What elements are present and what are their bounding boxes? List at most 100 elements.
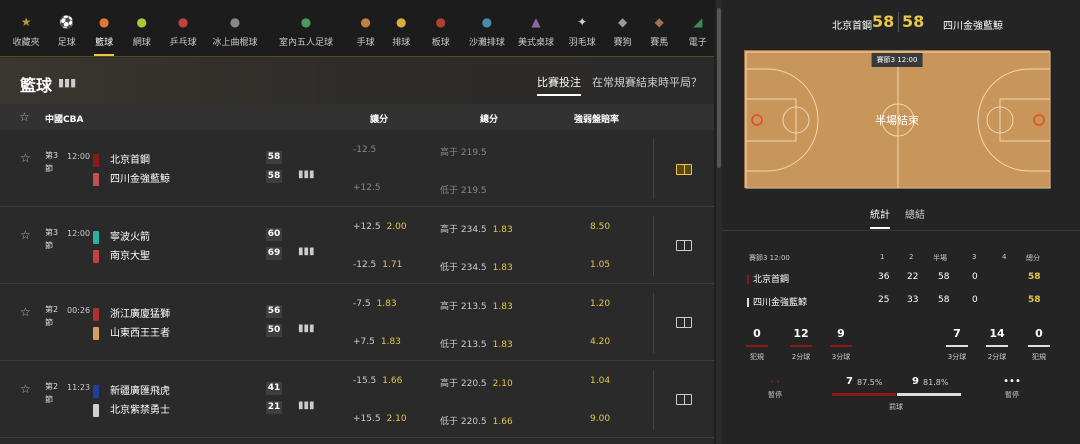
handicap-away[interactable]: +7.5 1.83 bbox=[353, 337, 401, 347]
match-favorite-icon[interactable]: ☆ bbox=[20, 305, 31, 319]
sport-nav-item[interactable]: ◆ 賽馬 bbox=[645, 0, 674, 56]
sport-nav-item[interactable]: ◆ 賽狗 bbox=[608, 0, 637, 56]
live-court-icon[interactable] bbox=[676, 317, 692, 328]
row-home-q1: 36 bbox=[878, 272, 890, 282]
detail-home-score: 58 bbox=[872, 12, 895, 31]
tab-summary[interactable]: 總結 bbox=[905, 206, 925, 221]
sport-nav-item[interactable]: ● 乒乓球 bbox=[164, 0, 202, 56]
scrollbar-thumb[interactable] bbox=[717, 8, 721, 168]
sport-nav-item[interactable]: ● 沙灘排球 bbox=[466, 0, 508, 56]
match-favorite-icon[interactable]: ☆ bbox=[20, 382, 31, 396]
tab-draw-at-regulation[interactable]: 在常規賽結束時平局？ bbox=[592, 74, 702, 90]
match-favorite-icon[interactable]: ☆ bbox=[20, 228, 31, 242]
away-score: 58 bbox=[266, 170, 282, 183]
moneyline-home[interactable]: 1.04 bbox=[590, 376, 610, 386]
moneyline-away[interactable]: 9.00 bbox=[590, 414, 610, 424]
match-stats-icon[interactable]: ▮▮▮ bbox=[298, 323, 315, 334]
timeout-home-label: 暫停 bbox=[768, 391, 782, 399]
total-over[interactable]: 高于 220.5 2.10 bbox=[440, 376, 513, 389]
total-over[interactable]: 高于 213.5 1.83 bbox=[440, 299, 513, 312]
match-row[interactable]: ☆ 第3節 12:00 寧波火箭 南京大聖 60 69 ▮▮▮ +12.5 2.0… bbox=[0, 208, 714, 284]
moneyline-away[interactable]: 4.20 bbox=[590, 337, 610, 347]
sport-nav-item[interactable]: ● 冰上曲棍球 bbox=[210, 0, 260, 56]
total-under[interactable]: 低于 234.5 1.83 bbox=[440, 260, 513, 273]
total-over[interactable]: 高于 219.5 bbox=[440, 145, 493, 158]
sport-nav-item[interactable]: ● 室內五人足球 bbox=[268, 0, 344, 56]
moneyline-away[interactable]: 1.05 bbox=[590, 260, 610, 270]
sport-nav-item[interactable]: ● 排球 bbox=[387, 0, 416, 56]
total-under[interactable]: 低于 220.5 1.66 bbox=[440, 414, 513, 427]
sport-nav-item[interactable]: ⚽ 足球 bbox=[52, 0, 81, 56]
ft-label: 罰球 bbox=[889, 403, 903, 411]
star-icon: ★ bbox=[20, 14, 32, 29]
court-status-message: 半場結束 bbox=[875, 114, 919, 127]
match-stats-icon[interactable]: ▮▮▮ bbox=[298, 246, 315, 257]
sport-nav-item[interactable]: ▲ 美式桌球 bbox=[516, 0, 556, 56]
home-jersey-icon bbox=[93, 153, 99, 167]
moneyline-home[interactable]: 8.50 bbox=[590, 222, 610, 232]
away-team-name: 南京大聖 bbox=[110, 251, 150, 262]
moneyline-home[interactable]: 1.20 bbox=[590, 299, 610, 309]
away-team-name: 山東西王王者 bbox=[110, 328, 170, 339]
match-row[interactable]: ☆ 第2節 00:26 浙江廣廈猛獅 山東西王王者 56 50 ▮▮▮ -7.5… bbox=[0, 285, 714, 361]
handicap-away[interactable]: +15.5 2.10 bbox=[353, 414, 407, 424]
sport-nav-label: 足球 bbox=[57, 38, 76, 48]
league-favorite-icon[interactable]: ☆ bbox=[19, 110, 30, 124]
sport-nav-item[interactable]: ✦ 羽毛球 bbox=[564, 0, 600, 56]
col-moneyline: 強弱盤賠率 bbox=[574, 115, 620, 125]
home-team: 寧波火箭 bbox=[93, 228, 150, 244]
away-jersey-icon bbox=[93, 326, 99, 340]
court-period-badge: 賽節3 12:00 bbox=[871, 53, 923, 67]
handicap-away[interactable]: +12.5 bbox=[353, 183, 387, 193]
handicap-away[interactable]: -12.5 1.71 bbox=[353, 260, 402, 270]
away-score: 21 bbox=[266, 401, 282, 414]
handicap-home-line: +12.5 bbox=[353, 222, 381, 232]
total-under-line: 低于 219.5 bbox=[440, 186, 487, 196]
handicap-home[interactable]: -7.5 1.83 bbox=[353, 299, 397, 309]
sport-nav-item[interactable]: ● 手球 bbox=[352, 0, 379, 56]
total-under[interactable]: 低于 219.5 bbox=[440, 183, 493, 196]
home-team: 新疆廣匯飛虎 bbox=[93, 382, 170, 398]
home-jersey-icon bbox=[93, 384, 99, 398]
col-total: 總分 bbox=[480, 115, 499, 125]
match-stats-icon[interactable]: ▮▮▮ bbox=[298, 169, 315, 180]
home-team-name: 寧波火箭 bbox=[110, 232, 150, 243]
away-stat-value: 0 bbox=[1035, 327, 1043, 340]
total-under[interactable]: 低于 213.5 1.83 bbox=[440, 337, 513, 350]
match-clock: 00:26 bbox=[67, 306, 91, 315]
home-team: 北京首鋼 bbox=[93, 151, 150, 167]
total-under-odds: 1.83 bbox=[492, 263, 513, 273]
handicap-home[interactable]: -15.5 1.66 bbox=[353, 376, 402, 386]
sport-nav-item[interactable]: ◢ 電子 bbox=[682, 0, 714, 56]
home-stat-label: 犯規 bbox=[750, 353, 764, 361]
live-court-icon[interactable] bbox=[676, 164, 692, 175]
scoreboard: 北京首鋼 58 58 四川金強藍鯨 bbox=[722, 0, 1080, 44]
total-under-odds: 1.83 bbox=[492, 340, 513, 350]
live-court-icon[interactable] bbox=[676, 240, 692, 251]
match-stats-icon[interactable]: ▮▮▮ bbox=[298, 400, 315, 411]
tab-stats[interactable]: 統計 bbox=[870, 206, 890, 229]
handicap-home[interactable]: -12.5 bbox=[353, 145, 382, 155]
sport-nav-item[interactable]: ● 網球 bbox=[127, 0, 156, 56]
handicap-away-line: +15.5 bbox=[353, 414, 381, 424]
home-team-name: 新疆廣匯飛虎 bbox=[110, 386, 170, 397]
total-over[interactable]: 高于 234.5 1.83 bbox=[440, 222, 513, 235]
table-head-half: 半場 bbox=[933, 254, 947, 262]
away-stat-label: 3分球 bbox=[947, 353, 967, 361]
stats-bars-icon[interactable]: ▮▮▮ bbox=[58, 76, 76, 89]
away-jersey-icon bbox=[93, 249, 99, 263]
sport-nav-item[interactable]: ● 籃球 bbox=[89, 0, 120, 56]
away-stat-label: 2分球 bbox=[987, 353, 1007, 361]
sport-nav-item[interactable]: ★ 收藏夾 bbox=[8, 0, 44, 56]
home-score: 58 bbox=[266, 151, 282, 164]
tab-match-betting[interactable]: 比賽投注 bbox=[537, 74, 581, 96]
live-court-icon[interactable] bbox=[676, 394, 692, 405]
row-away-half: 58 bbox=[938, 295, 950, 305]
match-row[interactable]: ☆ 第3節 12:00 北京首鋼 四川金強藍鯨 58 58 ▮▮▮ -12.5 … bbox=[0, 131, 714, 207]
handicap-home[interactable]: +12.5 2.00 bbox=[353, 222, 407, 232]
sport-nav-item[interactable]: ● 板球 bbox=[424, 0, 458, 56]
match-favorite-icon[interactable]: ☆ bbox=[20, 151, 31, 165]
ice-hockey-icon: ● bbox=[229, 14, 241, 29]
away-stat-underline bbox=[986, 345, 1008, 347]
match-row[interactable]: ☆ 第2節 11:23 新疆廣匯飛虎 北京紫禁勇士 41 21 ▮▮▮ -15.… bbox=[0, 362, 714, 438]
